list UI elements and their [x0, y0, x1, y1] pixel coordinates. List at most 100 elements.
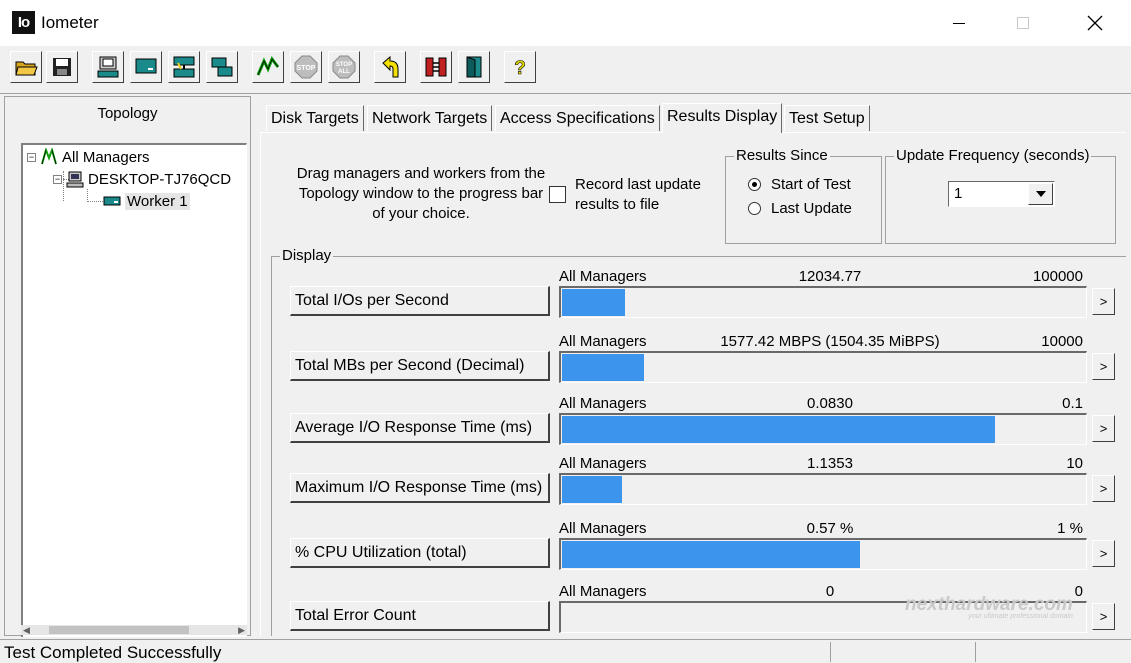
disconnect-button[interactable]: [420, 51, 452, 83]
tree-item-worker[interactable]: Worker 1: [103, 191, 190, 211]
collapse-icon[interactable]: −: [53, 174, 62, 184]
radio-last-update[interactable]: Last Update: [748, 200, 852, 217]
status-divider: [975, 642, 976, 662]
svg-text:ALL: ALL: [338, 69, 350, 75]
status-bar: Test Completed Successfully: [0, 639, 1131, 663]
close-icon: [1087, 15, 1103, 31]
start-disk-worker-button[interactable]: [92, 51, 124, 83]
start-network-worker-button[interactable]: [130, 51, 162, 83]
save-button[interactable]: [46, 51, 78, 83]
tab-network-targets[interactable]: Network Targets: [367, 105, 493, 131]
watermark: nexthardware.com your ultimate profession…: [905, 594, 1073, 620]
disk-worker-icon: [103, 196, 121, 206]
update-frequency-select[interactable]: 1: [948, 181, 1055, 207]
metric-max-value: 100000: [1032, 268, 1083, 285]
metric-max-value: 10000: [1041, 333, 1083, 350]
metric-select-button[interactable]: Total Error Count: [290, 601, 550, 631]
tree-item-label: All Managers: [62, 148, 150, 166]
metric-value: 0.57 %: [806, 520, 854, 537]
status-divider: [830, 642, 831, 662]
metric-progress-bar[interactable]: [559, 286, 1087, 318]
tree-item-manager[interactable]: − DESKTOP-TJ76QCD: [53, 169, 231, 189]
chevron-down-icon: [1035, 191, 1046, 197]
metric-select-button[interactable]: Average I/O Response Time (ms): [290, 413, 550, 443]
metric-select-button[interactable]: % CPU Utilization (total): [290, 538, 550, 568]
new-manager-icon: [173, 56, 195, 78]
svg-text:STOP: STOP: [297, 65, 316, 72]
exit-icon: [466, 56, 482, 78]
status-text: Test Completed Successfully: [4, 643, 222, 662]
new-manager-button[interactable]: [168, 51, 200, 83]
scrollbar-thumb[interactable]: [49, 626, 189, 634]
metric-more-button[interactable]: >: [1092, 475, 1115, 502]
tab-access-specifications[interactable]: Access Specifications: [495, 105, 660, 131]
app-logo: Io: [12, 11, 35, 34]
metric-progress-fill: [562, 354, 644, 381]
metric-more-button[interactable]: >: [1092, 288, 1115, 315]
scroll-left-icon[interactable]: ◀: [23, 625, 30, 636]
radio-selected-icon[interactable]: [748, 178, 761, 191]
maximize-button[interactable]: [1000, 0, 1046, 46]
metric-value: 12034.77: [798, 268, 862, 285]
tab-test-setup[interactable]: Test Setup: [784, 105, 870, 131]
collapse-icon[interactable]: −: [27, 152, 36, 162]
start-disk-worker-icon: [97, 56, 119, 78]
toolbar: STOP STOP ALL ?: [0, 46, 1131, 94]
save-icon: [53, 58, 71, 76]
exit-button[interactable]: [458, 51, 490, 83]
metric-more-button[interactable]: >: [1092, 540, 1115, 567]
stop-icon: STOP: [294, 55, 318, 79]
radio-start-of-test[interactable]: Start of Test: [748, 176, 851, 193]
radio-unselected-icon[interactable]: [748, 202, 761, 215]
metric-manager-label: All Managers: [559, 455, 647, 472]
update-frequency-title: Update Frequency (seconds): [894, 147, 1092, 164]
open-button[interactable]: [10, 51, 42, 83]
tree-item-label: DESKTOP-TJ76QCD: [88, 170, 232, 188]
metric-more-button[interactable]: >: [1092, 353, 1115, 380]
record-results-label: Record last update results to file: [575, 176, 701, 213]
metric-max-value: 0.1: [1062, 395, 1083, 412]
start-network-worker-icon: [135, 58, 157, 74]
maximize-icon: [1017, 17, 1029, 29]
start-tests-button[interactable]: [252, 51, 284, 83]
help-button[interactable]: ?: [504, 51, 536, 83]
help-icon: ?: [514, 58, 526, 79]
minimize-button[interactable]: [936, 0, 982, 46]
reset-workers-icon: [382, 55, 399, 78]
duplicate-worker-button[interactable]: [206, 51, 238, 83]
stop-all-button[interactable]: STOP ALL: [328, 51, 360, 83]
metric-progress-bar[interactable]: [559, 538, 1087, 570]
disconnect-icon: [425, 57, 447, 77]
tree-item-all-managers[interactable]: − All Managers: [27, 147, 150, 167]
metric-progress-bar[interactable]: [559, 351, 1087, 383]
dropdown-button[interactable]: [1028, 183, 1053, 205]
tab-results-display[interactable]: Results Display: [662, 103, 783, 133]
tab-disk-targets[interactable]: Disk Targets: [266, 105, 364, 131]
metric-select-button[interactable]: Maximum I/O Response Time (ms): [290, 473, 550, 503]
topology-horizontal-scrollbar[interactable]: ◀ ▶: [21, 625, 247, 635]
reset-workers-button[interactable]: [374, 51, 406, 83]
results-since-title: Results Since: [734, 147, 830, 164]
stop-button[interactable]: STOP: [290, 51, 322, 83]
update-frequency-value: 1: [954, 185, 963, 202]
close-button[interactable]: [1072, 0, 1118, 46]
metric-select-button[interactable]: Total I/Os per Second: [290, 286, 550, 316]
metric-value: 0.0830: [807, 395, 853, 412]
scroll-right-icon[interactable]: ▶: [238, 625, 245, 636]
metric-value: 1.1353: [807, 455, 853, 472]
metric-more-button[interactable]: >: [1092, 603, 1115, 630]
computer-icon: [66, 171, 84, 188]
record-results-checkbox[interactable]: [549, 186, 566, 203]
metric-progress-fill: [562, 416, 995, 443]
duplicate-worker-icon: [211, 57, 233, 77]
topology-pane: Topology − All Managers − DESKTOP-TJ76QC…: [4, 96, 251, 637]
drag-hint-text: Drag managers and workers from the Topol…: [296, 165, 546, 222]
window-title: Iometer: [41, 13, 99, 32]
start-tests-icon: [256, 55, 280, 76]
metric-progress-bar[interactable]: [559, 473, 1087, 505]
topology-tree[interactable]: − All Managers − DESKTOP-TJ76QCD Worker …: [21, 143, 247, 637]
metric-progress-bar[interactable]: [559, 413, 1087, 445]
metric-more-button[interactable]: >: [1092, 415, 1115, 442]
metric-select-button[interactable]: Total MBs per Second (Decimal): [290, 351, 550, 381]
metric-manager-label: All Managers: [559, 333, 647, 350]
